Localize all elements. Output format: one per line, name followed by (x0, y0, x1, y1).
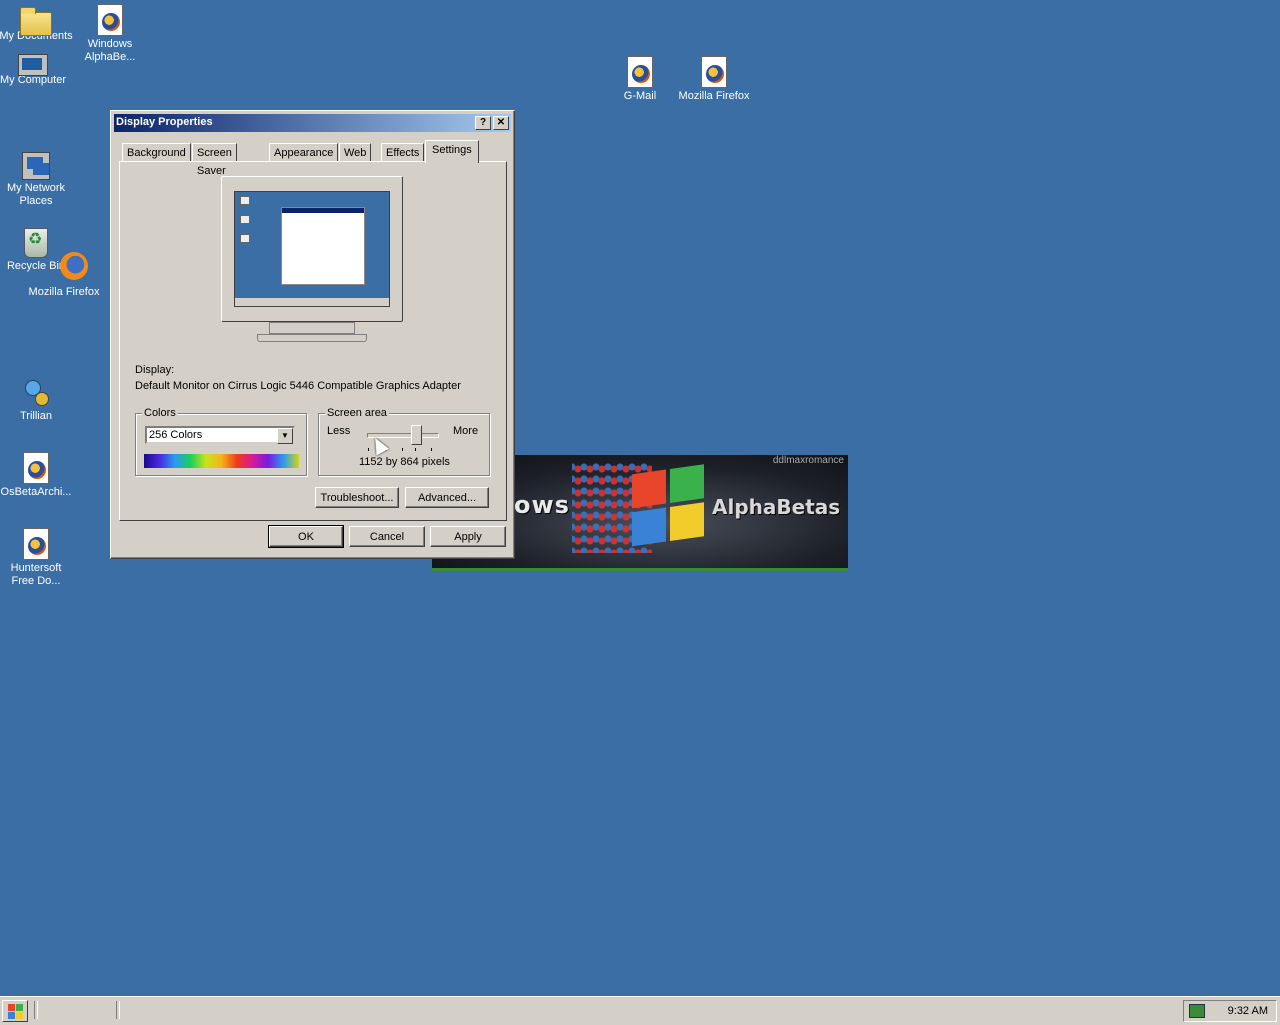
tab-label: Background (127, 147, 186, 159)
monitor-base (257, 334, 367, 342)
banner-right-text: AlphaBetas (712, 495, 841, 519)
desktop-icon-label: Mozilla Firefox (678, 90, 750, 102)
colors-select[interactable]: 256 Colors ▼ (145, 426, 295, 444)
help-button[interactable]: ? (475, 116, 491, 130)
desktop-icon-osbetaarchive[interactable]: OsBetaArchi... (0, 452, 74, 499)
tab-appearance[interactable]: Appearance (269, 143, 339, 162)
internet-shortcut-icon (23, 528, 49, 560)
resolution-text: 1152 by 864 pixels (359, 456, 450, 468)
help-icon: ? (479, 117, 487, 128)
tab-effects[interactable]: Effects (381, 143, 425, 162)
desktop-icon-label: G-Mail (623, 90, 657, 102)
tab-screen-saver[interactable]: Screen Saver (192, 143, 237, 177)
tab-settings[interactable]: Settings (425, 140, 479, 163)
display-adapter-text: Default Monitor on Cirrus Logic 5446 Com… (135, 380, 461, 392)
internet-shortcut-icon (97, 4, 123, 36)
monitor-preview (221, 176, 403, 342)
computer-icon (18, 54, 48, 76)
button-label: OK (298, 531, 314, 543)
network-places-icon (22, 152, 50, 180)
windows-logo-icon (8, 1004, 15, 1011)
tab-web[interactable]: Web (339, 143, 372, 162)
display-label: Display: (135, 364, 175, 376)
desktop-icon-mozilla-firefox-2[interactable]: Mozilla Firefox (26, 252, 102, 299)
firefox-icon (60, 252, 88, 280)
desktop-icon-label: Huntersoft Free Do... (10, 562, 62, 587)
desktop-icon-label: My Network Places (6, 182, 66, 207)
slider-more-label: More (453, 425, 479, 437)
title-bar[interactable]: Display Properties ? ✕ (114, 114, 511, 132)
desktop-icon-my-network-places[interactable]: My Network Places (0, 152, 74, 208)
desktop-icon-trillian[interactable]: Trillian (0, 378, 74, 423)
start-button[interactable] (2, 1000, 28, 1022)
tab-label: Appearance (274, 147, 334, 159)
cancel-button[interactable]: Cancel (349, 526, 425, 547)
tab-background[interactable]: Background (122, 143, 191, 162)
taskbar-separator (116, 1001, 120, 1019)
apply-button[interactable]: Apply (430, 526, 506, 547)
windows-logo-icon (16, 1012, 23, 1019)
button-label: Advanced... (417, 492, 477, 504)
monitor-stand (269, 322, 355, 334)
slider-tick (402, 448, 403, 451)
desktop-icon-windows-alphabetas[interactable]: Windows AlphaBe... (72, 4, 148, 64)
button-label: Cancel (369, 531, 405, 543)
network-tray-icon[interactable] (1189, 1004, 1205, 1018)
colors-legend: Colors (142, 407, 178, 419)
chevron-down-icon[interactable]: ▼ (277, 428, 293, 444)
button-label: Apply (454, 531, 482, 543)
slider-less-label: Less (327, 425, 351, 437)
button-label: Troubleshoot... (320, 492, 394, 504)
desktop-icon-huntersoft[interactable]: Huntersoft Free Do... (0, 528, 74, 588)
system-tray: 9:32 AM (1183, 1000, 1277, 1022)
taskbar-separator (34, 1001, 38, 1019)
slider-tick (415, 448, 416, 451)
banner-credit: ddlmaxromance (772, 455, 844, 466)
taskbar: 9:32 AM (0, 996, 1280, 1025)
preview-taskbar (235, 298, 389, 306)
monitor-bezel (221, 176, 403, 322)
desktop-icon-label: Trillian (20, 410, 52, 422)
close-icon: ✕ (496, 117, 506, 128)
tab-label: Settings (432, 144, 472, 156)
screen-area-legend: Screen area (325, 407, 389, 419)
desktop-icon-label: Windows AlphaBe... (84, 38, 136, 63)
dialog-title: Display Properties (116, 116, 213, 128)
internet-shortcut-icon (701, 56, 727, 88)
troubleshoot-button[interactable]: Troubleshoot... (315, 487, 399, 508)
tab-label: Effects (386, 147, 420, 159)
close-button[interactable]: ✕ (493, 116, 509, 130)
windows-flag-logo (632, 464, 708, 555)
tab-label: Web (344, 147, 367, 159)
desktop-icon-mozilla-firefox[interactable]: Mozilla Firefox (676, 56, 752, 103)
slider-tick (431, 448, 432, 451)
windows-logo-icon (8, 1012, 15, 1019)
color-spectrum-bar (144, 454, 299, 468)
internet-shortcut-icon (23, 452, 49, 484)
desktop-icon-my-documents[interactable]: My Documents (0, 4, 74, 43)
screen-area-slider-thumb[interactable] (411, 425, 422, 445)
settings-panel: Display: Default Monitor on Cirrus Logic… (119, 161, 507, 521)
ok-button[interactable]: OK (268, 525, 344, 548)
slider-tick (368, 448, 369, 451)
colors-select-value: 256 Colors (149, 429, 203, 441)
windows-logo-icon (16, 1004, 23, 1011)
desktop-icon-label: OsBetaArchi... (0, 486, 72, 498)
desktop-icon-label: Mozilla Firefox (28, 286, 100, 298)
advanced-button[interactable]: Advanced... (405, 487, 489, 508)
folder-icon (20, 7, 52, 36)
colors-group: Colors 256 Colors ▼ (135, 407, 307, 476)
preview-desktop-icons (238, 196, 250, 253)
display-properties-dialog: Display Properties ? ✕ Background Screen… (110, 110, 515, 559)
clock[interactable]: 9:32 AM (1228, 1005, 1268, 1017)
banner-left-text: ows (514, 491, 570, 519)
preview-window (281, 207, 365, 285)
internet-shortcut-icon (627, 56, 653, 88)
desktop-icon-my-computer[interactable]: My Computer (0, 50, 71, 87)
monitor-screen (234, 191, 390, 307)
trillian-icon (21, 378, 51, 408)
recycle-bin-icon (24, 228, 48, 258)
desktop-icon-gmail[interactable]: G-Mail (602, 56, 678, 103)
screen-area-group: Screen area Less More 1152 by 864 pixels (318, 407, 490, 476)
